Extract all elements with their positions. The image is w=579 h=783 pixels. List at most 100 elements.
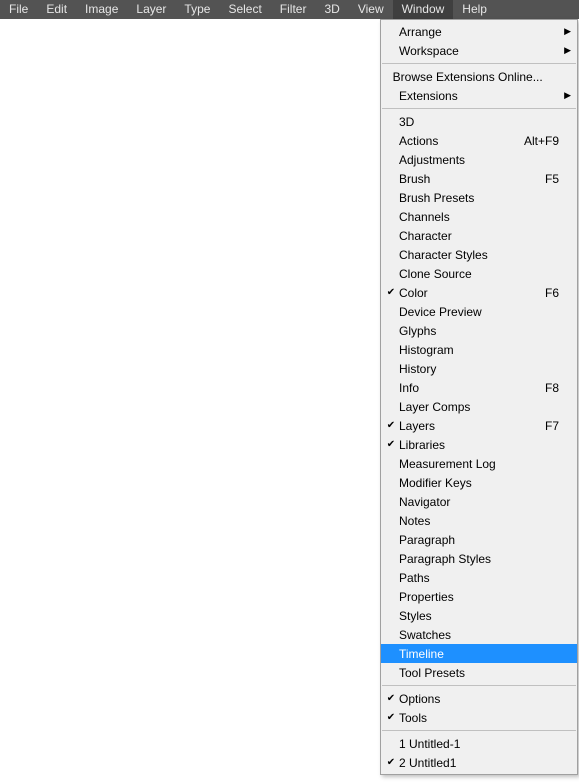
menu-item-timeline[interactable]: Timeline <box>381 644 577 663</box>
menu-item-label: Histogram <box>397 343 513 357</box>
menu-item-accelerator: F5 <box>513 172 561 186</box>
menu-item-label: Tool Presets <box>397 666 513 680</box>
menu-item-label: Channels <box>397 210 513 224</box>
menubar-item-image[interactable]: Image <box>76 0 127 19</box>
menu-item-layer-comps[interactable]: Layer Comps <box>381 397 577 416</box>
menu-item-label: Character Styles <box>397 248 513 262</box>
menu-item-label: History <box>397 362 513 376</box>
menu-item-label: Brush <box>397 172 513 186</box>
check-icon: ✔ <box>385 435 397 454</box>
menu-item-modifier-keys[interactable]: Modifier Keys <box>381 473 577 492</box>
menu-item-label: Options <box>397 692 513 706</box>
submenu-arrow-icon: ▶ <box>561 45 571 56</box>
menu-item-label: Libraries <box>397 438 513 452</box>
menu-item-label: Info <box>397 381 513 395</box>
menu-item-tools[interactable]: ✔Tools <box>381 708 577 727</box>
menubar-item-layer[interactable]: Layer <box>127 0 175 19</box>
menu-item-label: Arrange <box>397 25 513 39</box>
menu-item-label: Layer Comps <box>397 400 513 414</box>
check-icon: ✔ <box>385 689 397 708</box>
menu-item-label: Adjustments <box>397 153 513 167</box>
submenu-arrow-icon: ▶ <box>561 90 571 101</box>
menu-item-browse-extensions-online[interactable]: Browse Extensions Online... <box>381 67 577 86</box>
menu-item-accelerator: F7 <box>513 419 561 433</box>
menu-item-2-untitled1[interactable]: ✔2 Untitled1 <box>381 753 577 772</box>
menubar-item-3d[interactable]: 3D <box>315 0 348 19</box>
menu-item-layers[interactable]: ✔LayersF7 <box>381 416 577 435</box>
menu-item-label: Paragraph Styles <box>397 552 513 566</box>
menu-item-color[interactable]: ✔ColorF6 <box>381 283 577 302</box>
menu-item-label: Layers <box>397 419 513 433</box>
menu-item-channels[interactable]: Channels <box>381 207 577 226</box>
menu-item-label: Clone Source <box>397 267 513 281</box>
menubar-item-help[interactable]: Help <box>453 0 496 19</box>
menu-item-label: 1 Untitled-1 <box>397 737 513 751</box>
menu-item-properties[interactable]: Properties <box>381 587 577 606</box>
menu-item-label: 2 Untitled1 <box>397 756 513 770</box>
menu-item-1-untitled-1[interactable]: 1 Untitled-1 <box>381 734 577 753</box>
menu-item-glyphs[interactable]: Glyphs <box>381 321 577 340</box>
check-icon: ✔ <box>385 283 397 302</box>
menubar-item-file[interactable]: File <box>0 0 37 19</box>
menu-item-brush[interactable]: BrushF5 <box>381 169 577 188</box>
menu-item-styles[interactable]: Styles <box>381 606 577 625</box>
menu-item-label: Notes <box>397 514 513 528</box>
menu-item-accelerator: F6 <box>513 286 561 300</box>
menu-item-label: Swatches <box>397 628 513 642</box>
menu-item-label: Styles <box>397 609 513 623</box>
menu-item-notes[interactable]: Notes <box>381 511 577 530</box>
menu-separator <box>382 63 576 64</box>
menu-item-label: Paragraph <box>397 533 513 547</box>
menu-item-options[interactable]: ✔Options <box>381 689 577 708</box>
check-icon: ✔ <box>385 708 397 727</box>
menu-item-workspace[interactable]: Workspace ▶ <box>381 41 577 60</box>
check-icon: ✔ <box>385 753 397 772</box>
menu-item-3d[interactable]: 3D <box>381 112 577 131</box>
menu-item-label: Workspace <box>397 44 513 58</box>
menu-item-paragraph[interactable]: Paragraph <box>381 530 577 549</box>
menubar-item-window[interactable]: Window <box>393 0 454 19</box>
menu-item-histogram[interactable]: Histogram <box>381 340 577 359</box>
menu-item-tool-presets[interactable]: Tool Presets <box>381 663 577 682</box>
menubar-item-edit[interactable]: Edit <box>37 0 76 19</box>
menu-item-character-styles[interactable]: Character Styles <box>381 245 577 264</box>
menu-item-device-preview[interactable]: Device Preview <box>381 302 577 321</box>
menu-item-character[interactable]: Character <box>381 226 577 245</box>
menu-item-label: Tools <box>397 711 513 725</box>
menu-item-extensions[interactable]: Extensions ▶ <box>381 86 577 105</box>
menu-item-paragraph-styles[interactable]: Paragraph Styles <box>381 549 577 568</box>
check-icon: ✔ <box>385 416 397 435</box>
menubar-item-select[interactable]: Select <box>219 0 270 19</box>
menubar-item-filter[interactable]: Filter <box>271 0 316 19</box>
menu-item-adjustments[interactable]: Adjustments <box>381 150 577 169</box>
window-menu-dropdown: Arrange▶Workspace▶Browse Extensions Onli… <box>380 19 578 775</box>
menu-item-label: Character <box>397 229 513 243</box>
menu-item-label: Paths <box>397 571 513 585</box>
menu-item-paths[interactable]: Paths <box>381 568 577 587</box>
menu-item-label: 3D <box>397 115 513 129</box>
menu-item-measurement-log[interactable]: Measurement Log <box>381 454 577 473</box>
menu-item-label: Browse Extensions Online... <box>391 70 543 84</box>
menu-item-swatches[interactable]: Swatches <box>381 625 577 644</box>
menu-item-label: Modifier Keys <box>397 476 513 490</box>
menu-item-history[interactable]: History <box>381 359 577 378</box>
menu-item-navigator[interactable]: Navigator <box>381 492 577 511</box>
menu-separator <box>382 730 576 731</box>
menubar-item-view[interactable]: View <box>349 0 393 19</box>
menu-item-label: Actions <box>397 134 513 148</box>
menu-item-label: Glyphs <box>397 324 513 338</box>
menu-item-arrange[interactable]: Arrange▶ <box>381 22 577 41</box>
menu-item-label: Extensions <box>397 89 513 103</box>
menu-item-libraries[interactable]: ✔Libraries <box>381 435 577 454</box>
menu-item-label: Measurement Log <box>397 457 513 471</box>
menu-item-clone-source[interactable]: Clone Source <box>381 264 577 283</box>
menu-item-accelerator: Alt+F9 <box>513 134 561 148</box>
menubar: FileEditImageLayerTypeSelectFilter3DView… <box>0 0 579 19</box>
menu-item-info[interactable]: InfoF8 <box>381 378 577 397</box>
menu-item-label: Properties <box>397 590 513 604</box>
menu-item-label: Timeline <box>397 647 513 661</box>
menubar-item-type[interactable]: Type <box>175 0 219 19</box>
menu-item-brush-presets[interactable]: Brush Presets <box>381 188 577 207</box>
menu-item-label: Brush Presets <box>397 191 513 205</box>
menu-item-actions[interactable]: ActionsAlt+F9 <box>381 131 577 150</box>
